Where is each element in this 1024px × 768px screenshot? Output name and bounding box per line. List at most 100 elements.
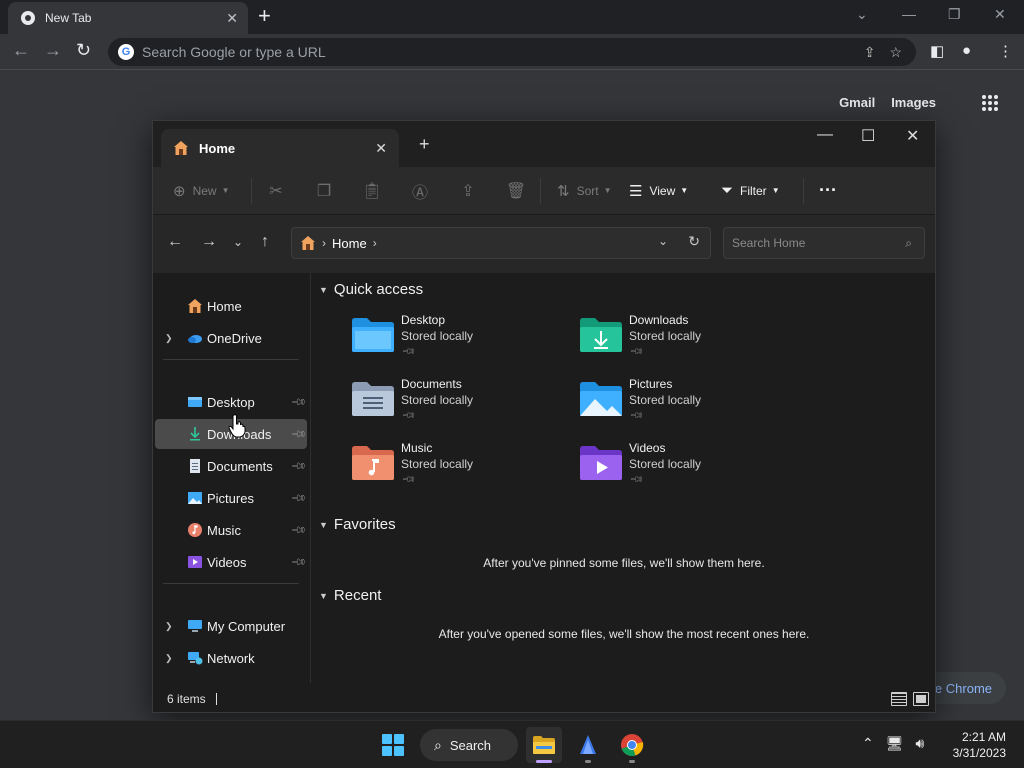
side-panel-icon[interactable]: ◧: [930, 42, 944, 60]
sort-label: Sort: [576, 183, 599, 198]
quick-access-documents[interactable]: Documents Stored locally 📌︎: [349, 377, 569, 437]
quick-access-header[interactable]: ▼ Quick access: [319, 281, 423, 298]
breadcrumb-home[interactable]: Home: [332, 236, 367, 251]
close-tab-icon[interactable]: ✕: [226, 10, 238, 27]
quick-access-pictures[interactable]: Pictures Stored locally 📌︎: [577, 377, 797, 437]
more-options-icon[interactable]: ···: [804, 180, 852, 201]
forward-icon[interactable]: →: [201, 233, 217, 251]
computer-icon: [188, 620, 202, 632]
explorer-maximize-button[interactable]: ☐: [861, 126, 875, 146]
recent-header[interactable]: ▼ Recent: [319, 587, 381, 604]
up-icon[interactable]: ↑: [261, 233, 269, 251]
search-placeholder: Search Home: [732, 236, 806, 250]
section-title: Favorites: [333, 516, 396, 533]
nav-item-network[interactable]: ❯ Network: [155, 643, 307, 673]
pin-icon[interactable]: 📌︎: [290, 554, 307, 571]
quick-access-downloads[interactable]: Downloads Stored locally 📌︎: [577, 313, 797, 373]
status-divider: [215, 692, 217, 705]
restore-button[interactable]: ❐: [948, 6, 961, 23]
address-dropdown-icon[interactable]: ⌄: [658, 234, 668, 248]
share-icon[interactable]: ⇪: [444, 181, 492, 201]
back-icon[interactable]: ←: [167, 233, 183, 251]
view-button[interactable]: ☰ View ▼: [629, 182, 721, 200]
back-icon[interactable]: ←: [12, 40, 30, 61]
new-button[interactable]: ⊕ New ▼: [173, 182, 251, 200]
menu-icon[interactable]: ⋮: [998, 42, 1013, 60]
reload-icon[interactable]: ↻: [76, 40, 91, 61]
tiles-view-icon[interactable]: [913, 692, 929, 706]
close-tab-icon[interactable]: ✕: [375, 140, 387, 157]
minimize-button[interactable]: —: [902, 6, 916, 22]
explorer-close-button[interactable]: ✕: [906, 126, 919, 146]
start-button[interactable]: [382, 734, 404, 756]
nav-item-pictures[interactable]: Pictures 📌︎: [155, 483, 307, 513]
nav-item-music[interactable]: Music 📌︎: [155, 515, 307, 545]
chevron-down-icon: ▼: [603, 186, 612, 195]
breadcrumb-chevron-icon[interactable]: ›: [373, 236, 377, 250]
pin-icon[interactable]: 📌︎: [290, 522, 307, 539]
clock-date: 3/31/2023: [952, 746, 1006, 760]
pin-icon[interactable]: 📌︎: [290, 458, 307, 475]
expand-chevron-icon[interactable]: ❯: [165, 653, 173, 664]
refresh-icon[interactable]: ↻: [688, 233, 700, 250]
new-tab-button[interactable]: +: [258, 5, 271, 27]
cut-icon[interactable]: ✂: [252, 181, 300, 201]
pin-icon[interactable]: 📌︎: [290, 426, 307, 443]
app-icon: [580, 735, 596, 754]
address-bar[interactable]: › Home › ⌄ ↻: [291, 227, 711, 259]
profile-icon[interactable]: ●: [962, 42, 971, 59]
home-icon: [174, 141, 188, 155]
show-hidden-icons-icon[interactable]: ⌃: [862, 735, 874, 752]
explorer-titlebar: Home ✕ + — ☐ ✕: [153, 121, 935, 167]
favorites-header[interactable]: ▼ Favorites: [319, 516, 396, 533]
expand-chevron-icon[interactable]: ❯: [165, 621, 173, 632]
quick-access-videos[interactable]: Videos Stored locally 📌︎: [577, 441, 797, 501]
copy-icon[interactable]: ❐: [300, 181, 348, 201]
close-window-button[interactable]: ✕: [994, 6, 1006, 23]
nav-item-videos[interactable]: Videos 📌︎: [155, 547, 307, 577]
quick-access-music[interactable]: Music Stored locally 📌︎: [349, 441, 569, 501]
clock[interactable]: 2:21 AM 3/31/2023: [953, 729, 1006, 761]
nav-item-home[interactable]: Home: [155, 291, 307, 321]
taskbar-search-button[interactable]: ⌕ Search: [420, 729, 518, 761]
explorer-tab-home[interactable]: Home ✕: [161, 129, 399, 167]
rename-icon[interactable]: Ⓐ: [396, 179, 444, 203]
nav-label: Home: [207, 298, 242, 314]
nav-item-my-computer[interactable]: ❯ My Computer: [155, 611, 307, 641]
chrome-favicon-icon: [21, 11, 35, 25]
delete-icon[interactable]: 🗑︎: [492, 181, 540, 201]
file-explorer-taskbar-button[interactable]: [526, 727, 562, 763]
search-box[interactable]: Search Home ⌕: [723, 227, 925, 259]
folder-status: Stored locally: [401, 393, 474, 407]
chrome-tab-title: New Tab: [45, 11, 92, 25]
network-icon[interactable]: 🖥︎: [886, 735, 904, 752]
bookmark-star-icon[interactable]: ☆: [889, 44, 902, 61]
chrome-taskbar-button[interactable]: [614, 727, 650, 763]
filter-button[interactable]: ⏷ Filter ▼: [721, 182, 803, 199]
forward-icon[interactable]: →: [44, 40, 62, 61]
gmail-link[interactable]: Gmail: [839, 95, 875, 110]
app-taskbar-button[interactable]: [570, 727, 606, 763]
pin-icon[interactable]: 📌︎: [290, 490, 307, 507]
omnibox[interactable]: G Search Google or type a URL ⇪ ☆: [108, 38, 916, 66]
nav-item-desktop[interactable]: Desktop 📌︎: [155, 387, 307, 417]
share-icon[interactable]: ⇪: [864, 44, 876, 61]
sort-button[interactable]: ⇅ Sort ▼: [541, 182, 629, 200]
recent-locations-icon[interactable]: ⌄: [233, 235, 243, 249]
explorer-minimize-button[interactable]: —: [817, 126, 833, 144]
volume-icon[interactable]: 🔊︎: [916, 735, 925, 752]
pin-icon: 📌︎: [629, 343, 645, 359]
tab-search-icon[interactable]: ⌄: [856, 6, 868, 23]
chrome-tab[interactable]: New Tab ✕: [8, 2, 248, 34]
nav-item-documents[interactable]: Documents 📌︎: [155, 451, 307, 481]
quick-access-desktop[interactable]: Desktop Stored locally 📌︎: [349, 313, 569, 373]
expand-chevron-icon[interactable]: ❯: [165, 333, 173, 344]
paste-icon[interactable]: 📋︎: [348, 181, 396, 201]
nav-item-onedrive[interactable]: ❯ OneDrive: [155, 323, 307, 353]
explorer-new-tab-button[interactable]: +: [419, 134, 430, 155]
google-apps-icon[interactable]: [982, 95, 998, 111]
images-link[interactable]: Images: [891, 95, 936, 110]
search-icon: ⌕: [434, 736, 442, 753]
pin-icon[interactable]: 📌︎: [290, 394, 307, 411]
details-view-icon[interactable]: [891, 692, 907, 706]
